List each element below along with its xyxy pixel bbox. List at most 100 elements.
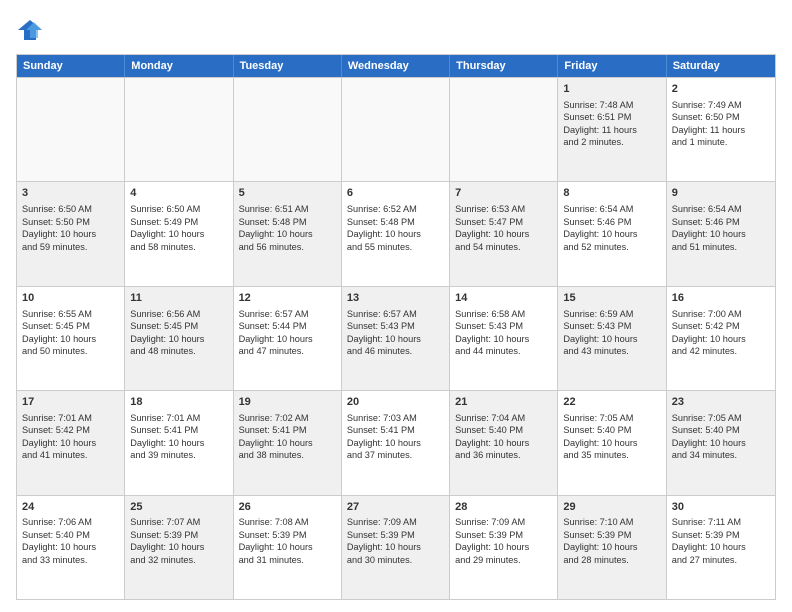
day-info: Daylight: 10 hours (239, 333, 336, 345)
calendar-empty-cell (342, 78, 450, 181)
day-info: Sunset: 5:48 PM (239, 216, 336, 228)
calendar-empty-cell (234, 78, 342, 181)
day-number: 1 (563, 82, 660, 97)
day-info: Sunrise: 7:49 AM (672, 99, 770, 111)
calendar-empty-cell (17, 78, 125, 181)
day-number: 21 (455, 395, 552, 410)
day-number: 12 (239, 291, 336, 306)
day-number: 22 (563, 395, 660, 410)
calendar-day-12: 12Sunrise: 6:57 AMSunset: 5:44 PMDayligh… (234, 287, 342, 390)
day-info: Sunset: 5:43 PM (563, 320, 660, 332)
calendar-day-26: 26Sunrise: 7:08 AMSunset: 5:39 PMDayligh… (234, 496, 342, 599)
day-number: 30 (672, 500, 770, 515)
day-info: Daylight: 10 hours (347, 333, 444, 345)
day-info: Sunset: 5:41 PM (130, 424, 227, 436)
calendar-day-30: 30Sunrise: 7:11 AMSunset: 5:39 PMDayligh… (667, 496, 775, 599)
day-info: Daylight: 10 hours (239, 541, 336, 553)
day-number: 4 (130, 186, 227, 201)
header-day-wednesday: Wednesday (342, 55, 450, 77)
day-info: Sunrise: 6:50 AM (130, 203, 227, 215)
day-info: Sunrise: 7:03 AM (347, 412, 444, 424)
calendar-day-10: 10Sunrise: 6:55 AMSunset: 5:45 PMDayligh… (17, 287, 125, 390)
calendar-day-7: 7Sunrise: 6:53 AMSunset: 5:47 PMDaylight… (450, 182, 558, 285)
day-number: 29 (563, 500, 660, 515)
day-info: Sunrise: 7:48 AM (563, 99, 660, 111)
day-info: Sunrise: 6:57 AM (347, 308, 444, 320)
day-info: Daylight: 10 hours (22, 333, 119, 345)
day-info: and 38 minutes. (239, 449, 336, 461)
calendar-day-23: 23Sunrise: 7:05 AMSunset: 5:40 PMDayligh… (667, 391, 775, 494)
day-info: and 28 minutes. (563, 554, 660, 566)
day-info: and 1 minute. (672, 136, 770, 148)
day-number: 11 (130, 291, 227, 306)
day-info: Sunset: 5:40 PM (672, 424, 770, 436)
calendar-day-22: 22Sunrise: 7:05 AMSunset: 5:40 PMDayligh… (558, 391, 666, 494)
day-info: Daylight: 10 hours (347, 541, 444, 553)
calendar-day-19: 19Sunrise: 7:02 AMSunset: 5:41 PMDayligh… (234, 391, 342, 494)
day-info: and 36 minutes. (455, 449, 552, 461)
header-day-tuesday: Tuesday (234, 55, 342, 77)
day-info: Daylight: 10 hours (22, 228, 119, 240)
day-info: Sunrise: 7:01 AM (22, 412, 119, 424)
calendar-row-3: 17Sunrise: 7:01 AMSunset: 5:42 PMDayligh… (17, 390, 775, 494)
day-info: Sunrise: 6:56 AM (130, 308, 227, 320)
day-info: Sunset: 5:47 PM (455, 216, 552, 228)
day-info: and 34 minutes. (672, 449, 770, 461)
day-info: and 33 minutes. (22, 554, 119, 566)
day-number: 24 (22, 500, 119, 515)
calendar-day-20: 20Sunrise: 7:03 AMSunset: 5:41 PMDayligh… (342, 391, 450, 494)
calendar-day-17: 17Sunrise: 7:01 AMSunset: 5:42 PMDayligh… (17, 391, 125, 494)
day-info: Daylight: 10 hours (455, 437, 552, 449)
calendar-day-5: 5Sunrise: 6:51 AMSunset: 5:48 PMDaylight… (234, 182, 342, 285)
day-number: 3 (22, 186, 119, 201)
day-info: Sunrise: 6:53 AM (455, 203, 552, 215)
day-info: and 48 minutes. (130, 345, 227, 357)
day-number: 7 (455, 186, 552, 201)
day-info: Sunset: 5:40 PM (455, 424, 552, 436)
day-info: Sunset: 5:50 PM (22, 216, 119, 228)
calendar-row-0: 1Sunrise: 7:48 AMSunset: 6:51 PMDaylight… (17, 77, 775, 181)
day-number: 28 (455, 500, 552, 515)
header-day-friday: Friday (558, 55, 666, 77)
day-number: 20 (347, 395, 444, 410)
calendar-day-18: 18Sunrise: 7:01 AMSunset: 5:41 PMDayligh… (125, 391, 233, 494)
logo (16, 16, 48, 44)
day-info: Sunrise: 7:05 AM (563, 412, 660, 424)
header-day-monday: Monday (125, 55, 233, 77)
day-info: Sunset: 5:39 PM (672, 529, 770, 541)
day-info: and 35 minutes. (563, 449, 660, 461)
calendar-header: SundayMondayTuesdayWednesdayThursdayFrid… (17, 55, 775, 77)
day-info: Daylight: 10 hours (239, 228, 336, 240)
day-number: 26 (239, 500, 336, 515)
day-info: and 2 minutes. (563, 136, 660, 148)
day-info: and 29 minutes. (455, 554, 552, 566)
calendar-day-28: 28Sunrise: 7:09 AMSunset: 5:39 PMDayligh… (450, 496, 558, 599)
day-info: Sunset: 5:46 PM (672, 216, 770, 228)
day-info: Daylight: 10 hours (455, 541, 552, 553)
day-info: and 42 minutes. (672, 345, 770, 357)
day-info: Sunset: 5:39 PM (239, 529, 336, 541)
calendar-day-27: 27Sunrise: 7:09 AMSunset: 5:39 PMDayligh… (342, 496, 450, 599)
day-info: Sunset: 5:45 PM (22, 320, 119, 332)
day-info: Daylight: 10 hours (672, 437, 770, 449)
day-info: Sunset: 5:41 PM (239, 424, 336, 436)
day-info: Daylight: 10 hours (347, 228, 444, 240)
calendar-day-29: 29Sunrise: 7:10 AMSunset: 5:39 PMDayligh… (558, 496, 666, 599)
calendar-empty-cell (450, 78, 558, 181)
day-info: Sunset: 5:39 PM (130, 529, 227, 541)
calendar-row-1: 3Sunrise: 6:50 AMSunset: 5:50 PMDaylight… (17, 181, 775, 285)
day-number: 13 (347, 291, 444, 306)
day-info: Sunrise: 7:04 AM (455, 412, 552, 424)
day-info: and 44 minutes. (455, 345, 552, 357)
calendar-day-21: 21 Sunrise: 7:04 AMSunset: 5:40 PMDayligh… (450, 391, 558, 494)
day-info: Daylight: 10 hours (563, 333, 660, 345)
day-info: Sunrise: 6:51 AM (239, 203, 336, 215)
day-info: and 55 minutes. (347, 241, 444, 253)
calendar-day-3: 3Sunrise: 6:50 AMSunset: 5:50 PMDaylight… (17, 182, 125, 285)
day-info: Sunset: 5:43 PM (347, 320, 444, 332)
day-info: Sunrise: 7:01 AM (130, 412, 227, 424)
day-info: and 43 minutes. (563, 345, 660, 357)
day-number: 25 (130, 500, 227, 515)
day-info: Sunrise: 7:10 AM (563, 516, 660, 528)
calendar-day-16: 16Sunrise: 7:00 AMSunset: 5:42 PMDayligh… (667, 287, 775, 390)
